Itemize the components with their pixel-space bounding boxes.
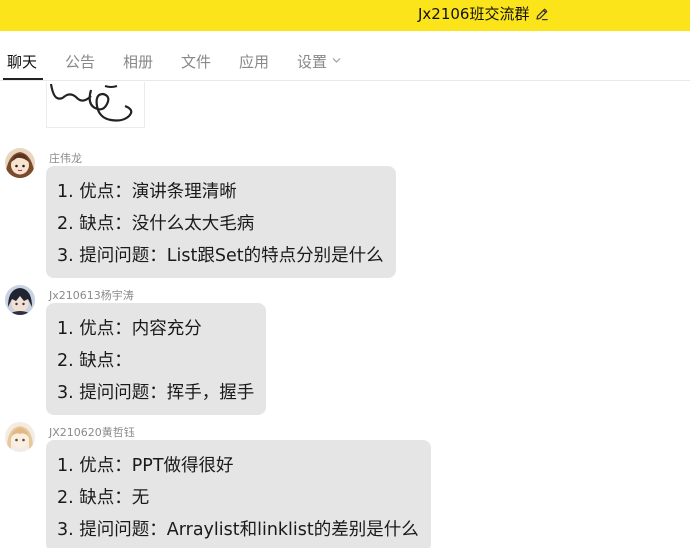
message-line: 2. 缺点：没什么太大毛病 bbox=[57, 214, 255, 234]
message-bubble[interactable]: 1. 优点：内容充分 2. 缺点： 3. 提问问题：挥手，握手 bbox=[46, 303, 267, 415]
sender-name: 庄伟龙 bbox=[49, 152, 82, 165]
title-bar: Jx2106班交流群 bbox=[0, 0, 690, 31]
tab-apps[interactable]: 应用 bbox=[239, 51, 269, 72]
image-message-partial[interactable] bbox=[46, 82, 145, 128]
message-line: 3. 提问问题：挥手，握手 bbox=[57, 383, 255, 403]
avatar-anime-girl-icon bbox=[5, 422, 35, 452]
active-tab-indicator bbox=[3, 78, 43, 80]
edit-pencil-icon[interactable] bbox=[535, 7, 549, 21]
chevron-down-icon bbox=[332, 58, 341, 63]
tab-album[interactable]: 相册 bbox=[123, 51, 153, 72]
message-line: 3. 提问问题：List跟Set的特点分别是什么 bbox=[57, 246, 384, 266]
message-line: 2. 缺点： bbox=[57, 351, 132, 371]
tab-files[interactable]: 文件 bbox=[181, 51, 211, 72]
message-line: 1. 优点：内容充分 bbox=[57, 319, 202, 339]
message-bubble[interactable]: 1. 优点：演讲条理清晰 2. 缺点：没什么太大毛病 3. 提问问题：List跟… bbox=[46, 166, 396, 278]
sender-name: JX210620黄哲钰 bbox=[49, 426, 135, 439]
message-line: 1. 优点：PPT做得很好 bbox=[57, 456, 234, 476]
sender-name: Jx210613杨宇涛 bbox=[49, 289, 134, 302]
avatar[interactable] bbox=[5, 422, 35, 452]
group-title[interactable]: Jx2106班交流群 bbox=[418, 3, 549, 24]
avatar-anime-boy-icon bbox=[5, 285, 35, 315]
tab-chat[interactable]: 聊天 bbox=[7, 51, 37, 72]
tab-announcement[interactable]: 公告 bbox=[65, 51, 95, 72]
message-line: 2. 缺点：无 bbox=[57, 488, 150, 508]
avatar-cartoon-girl-icon bbox=[5, 148, 35, 178]
avatar[interactable] bbox=[5, 148, 35, 178]
avatar[interactable] bbox=[5, 285, 35, 315]
tab-bar: 聊天 公告 相册 文件 应用 设置 bbox=[0, 31, 690, 81]
message-bubble[interactable]: 1. 优点：PPT做得很好 2. 缺点：无 3. 提问问题：Arraylist和… bbox=[46, 440, 431, 548]
group-name: Jx2106班交流群 bbox=[418, 5, 530, 23]
tab-settings-label: 设置 bbox=[297, 53, 328, 71]
tab-settings[interactable]: 设置 bbox=[297, 51, 341, 72]
message-line: 1. 优点：演讲条理清晰 bbox=[57, 182, 237, 202]
message-line: 3. 提问问题：Arraylist和linklist的差别是什么 bbox=[57, 520, 419, 540]
handwriting-image bbox=[49, 83, 133, 122]
